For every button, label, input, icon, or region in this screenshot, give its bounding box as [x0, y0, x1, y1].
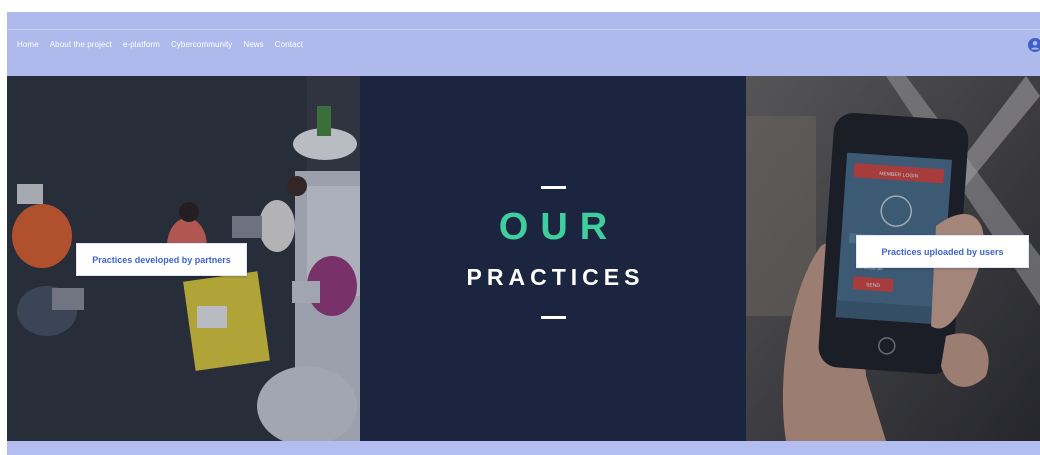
title-practices: PRACTICES [466, 264, 645, 290]
hero-section: Practices developed by partners OUR PRAC… [7, 76, 1040, 441]
partners-practices-button[interactable]: Practices developed by partners [76, 243, 247, 276]
users-practices-button[interactable]: Practices uploaded by users [856, 235, 1029, 268]
nav-home[interactable]: Home [17, 40, 39, 49]
nav-about[interactable]: About the project [50, 40, 112, 49]
title-panel: OUR PRACTICES [360, 76, 746, 441]
bottom-dash [541, 316, 566, 319]
main-nav: Home About the project e-platform Cyberc… [17, 40, 314, 49]
title-our: OUR [498, 206, 620, 248]
top-dash [541, 186, 566, 189]
bottom-bar [7, 441, 1040, 455]
user-icon[interactable] [1028, 38, 1040, 52]
partners-photo-panel[interactable]: Practices developed by partners [7, 76, 360, 441]
nav-contact[interactable]: Contact [275, 40, 303, 49]
page-frame: Home About the project e-platform Cyberc… [7, 12, 1040, 455]
nav-cybercommunity[interactable]: Cybercommunity [171, 40, 232, 49]
nav-eplatform[interactable]: e-platform [123, 40, 160, 49]
nav-news[interactable]: News [243, 40, 263, 49]
users-photo-panel[interactable]: MEMBER LOGIN Remember Me SEND Practices … [746, 76, 1040, 441]
top-divider [7, 29, 1040, 30]
